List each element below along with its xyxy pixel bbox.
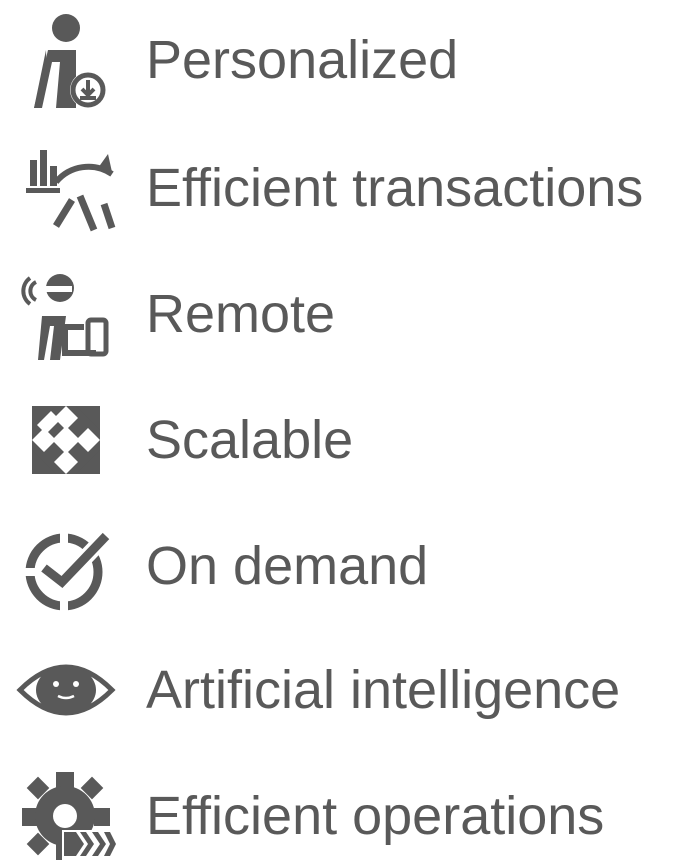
feature-label: Efficient transactions [146,158,644,218]
chart-gauge-icon [26,150,116,232]
feature-item-personalized: Personalized [0,10,687,110]
expand-arrows-icon [32,406,100,474]
gear-arrows-icon [22,772,116,860]
remote-worker-icon [21,274,109,360]
feature-item-on-demand: On demand [0,516,687,616]
feature-label: Artificial intelligence [146,660,621,720]
feature-label: Efficient operations [146,786,605,846]
eye-robot-icon [16,664,116,716]
feature-item-scalable: Scalable [0,390,687,490]
feature-label: Remote [146,284,336,344]
feature-item-efficient-operations: Efficient operations [0,766,687,866]
feature-item-remote: Remote [0,264,687,364]
feature-item-efficient-transactions: Efficient transactions [0,138,687,238]
feature-label: Personalized [146,30,459,90]
feature-list: Personalized Efficient transactions Remo… [0,0,687,860]
person-download-icon [34,14,106,108]
feature-label: On demand [146,536,429,596]
clock-check-icon [24,530,112,612]
feature-item-artificial-intelligence: Artificial intelligence [0,640,687,740]
feature-label: Scalable [146,410,354,470]
